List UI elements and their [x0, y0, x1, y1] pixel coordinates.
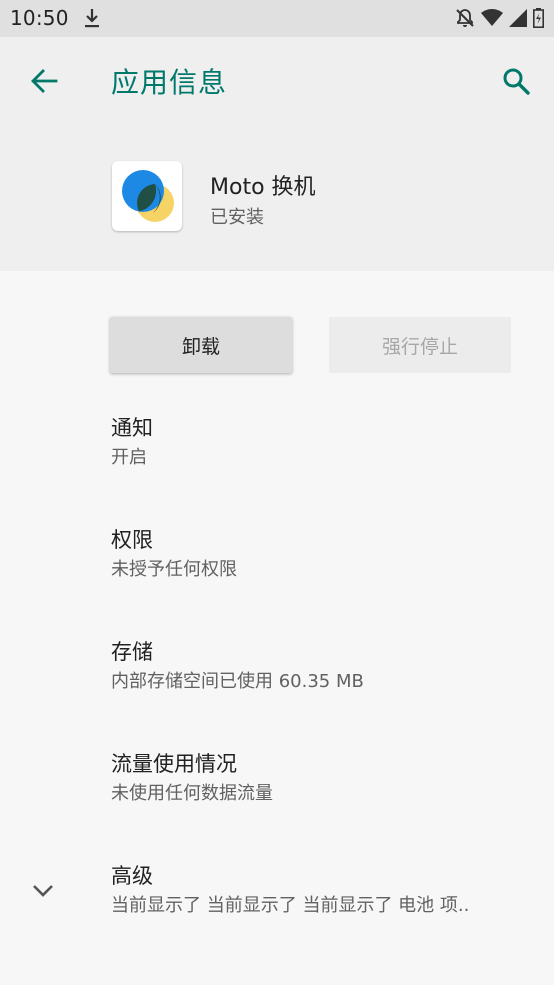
pref-summary: 内部存储空间已使用 60.35 MB [111, 671, 364, 692]
download-icon [83, 8, 101, 28]
arrow-back-icon[interactable] [24, 63, 64, 99]
pref-notifications[interactable]: 通知 开启 [111, 414, 541, 472]
pref-summary: 当前显示了 当前显示了 当前显示了 电池 项.. [111, 895, 470, 916]
status-time: 10:50 [10, 6, 69, 30]
uninstall-button[interactable]: 卸载 [110, 317, 292, 373]
wifi-icon [481, 9, 503, 27]
pref-permissions[interactable]: 权限 未授予任何权限 [111, 526, 541, 584]
pref-title: 通知 [111, 416, 153, 440]
search-icon[interactable] [496, 63, 536, 99]
expand-more-icon[interactable] [30, 878, 56, 904]
cell-signal-icon [509, 9, 527, 27]
status-bar: 10:50 [0, 0, 554, 37]
battery-icon [533, 8, 544, 28]
force-stop-button[interactable]: 强行停止 [329, 317, 511, 373]
pref-advanced[interactable]: 高级 当前显示了 当前显示了 当前显示了 电池 项.. [111, 862, 541, 920]
moto-migrate-app-icon [112, 161, 182, 231]
notifications-off-icon [455, 8, 475, 28]
page-title: 应用信息 [111, 66, 228, 99]
app-header: Moto 换机 已安装 [0, 125, 554, 271]
pref-title: 高级 [111, 864, 153, 888]
app-name: Moto 换机 [210, 175, 316, 200]
pref-summary: 未使用任何数据流量 [111, 783, 273, 804]
pref-data-usage[interactable]: 流量使用情况 未使用任何数据流量 [111, 750, 541, 808]
pref-title: 存储 [111, 640, 153, 664]
pref-storage[interactable]: 存储 内部存储空间已使用 60.35 MB [111, 638, 541, 696]
app-bar: 应用信息 [0, 37, 554, 125]
pref-title: 权限 [111, 528, 153, 552]
pref-summary: 未授予任何权限 [111, 559, 237, 580]
app-install-status: 已安装 [210, 207, 264, 228]
pref-summary: 开启 [111, 447, 147, 468]
pref-title: 流量使用情况 [111, 752, 237, 776]
